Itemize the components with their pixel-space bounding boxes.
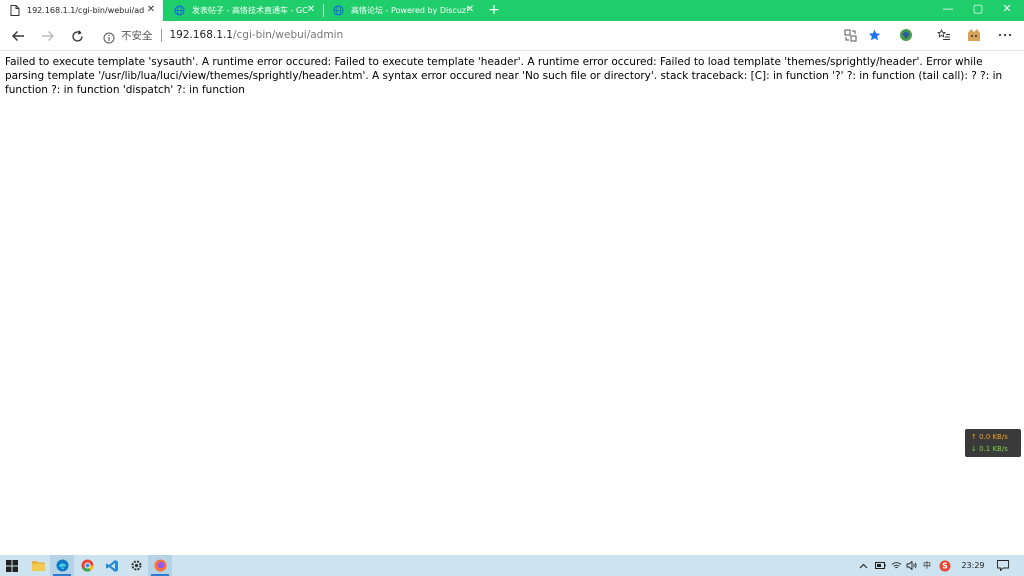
edge-browser-icon[interactable] bbox=[50, 555, 74, 576]
security-status[interactable]: 不安全 bbox=[121, 28, 153, 43]
minimize-button[interactable]: — bbox=[931, 0, 965, 21]
start-button[interactable] bbox=[0, 555, 24, 576]
navigation-toolbar: 不安全 192.168.1.1 /cgi-bin/webui/admin bbox=[0, 21, 1024, 51]
close-icon[interactable]: ✕ bbox=[464, 4, 476, 16]
back-button[interactable] bbox=[8, 26, 28, 46]
error-message: Failed to execute template 'sysauth'. A … bbox=[5, 56, 1003, 96]
show-hidden-icons-chevron-up-icon[interactable] bbox=[855, 555, 871, 576]
battery-icon[interactable] bbox=[872, 555, 888, 576]
volume-icon[interactable] bbox=[903, 555, 919, 576]
refresh-button[interactable] bbox=[67, 26, 87, 46]
chrome-icon[interactable] bbox=[75, 555, 99, 576]
url-path[interactable]: /cgi-bin/webui/admin bbox=[233, 29, 343, 41]
vs-code-icon[interactable] bbox=[100, 555, 124, 576]
firefox-icon[interactable] bbox=[148, 555, 172, 576]
svg-text:S: S bbox=[942, 561, 948, 570]
read-aloud-icon[interactable] bbox=[842, 27, 858, 43]
tab-strip: 192.168.1.1/cgi-bin/webui/admi ✕ 发表帖子 - … bbox=[0, 0, 1024, 21]
tab-title: 发表帖子 - 高恪技术直通车 - GC bbox=[192, 6, 308, 15]
input-method-s-icon[interactable]: S bbox=[936, 555, 954, 576]
windows-logo-icon bbox=[6, 559, 18, 572]
wifi-icon[interactable] bbox=[888, 555, 904, 576]
clock[interactable]: 23:29 bbox=[955, 555, 991, 576]
extension-icon[interactable] bbox=[898, 27, 914, 43]
globe-icon bbox=[333, 5, 344, 16]
network-speed-widget[interactable]: ↑ 0.0 KB/s ↓ 0.1 KB/s bbox=[965, 429, 1021, 457]
info-icon[interactable] bbox=[103, 29, 115, 44]
address-divider bbox=[160, 28, 162, 42]
tab-post-thread[interactable]: 发表帖子 - 高恪技术直通车 - GC ✕ bbox=[165, 0, 323, 21]
tab-router-admin[interactable]: 192.168.1.1/cgi-bin/webui/admi ✕ bbox=[0, 0, 163, 21]
refresh-icon bbox=[71, 29, 83, 42]
download-speed: ↓ 0.1 KB/s bbox=[971, 445, 1008, 453]
tab-gaoke-forum[interactable]: 高恪论坛 - Powered by Discuz! ✕ bbox=[324, 0, 482, 21]
ime-indicator[interactable]: 中 bbox=[920, 555, 934, 576]
notification-center-icon[interactable] bbox=[992, 555, 1014, 576]
address-bar[interactable]: 不安全 192.168.1.1 /cgi-bin/webui/admin bbox=[97, 24, 887, 46]
close-window-button[interactable]: ✕ bbox=[990, 0, 1024, 21]
file-explorer-icon[interactable] bbox=[26, 555, 50, 576]
browser-window: 192.168.1.1/cgi-bin/webui/admi ✕ 发表帖子 - … bbox=[0, 0, 1024, 576]
tab-title: 高恪论坛 - Powered by Discuz! bbox=[351, 6, 469, 15]
new-tab-button[interactable]: + bbox=[486, 2, 502, 18]
page-icon bbox=[9, 5, 20, 16]
taskbar: 中 S 23:29 bbox=[0, 555, 1024, 576]
favorites-list-icon[interactable] bbox=[936, 27, 952, 43]
forward-arrow-icon bbox=[42, 31, 54, 41]
globe-icon bbox=[174, 5, 185, 16]
forward-button[interactable] bbox=[38, 26, 58, 46]
profile-avatar-icon[interactable] bbox=[966, 27, 982, 43]
back-arrow-icon bbox=[12, 31, 24, 41]
close-icon[interactable]: ✕ bbox=[305, 4, 317, 16]
close-icon[interactable]: ✕ bbox=[145, 4, 157, 16]
more-menu-icon[interactable] bbox=[997, 27, 1013, 43]
settings-gear-icon[interactable] bbox=[124, 555, 148, 576]
favorite-star-icon[interactable] bbox=[866, 27, 882, 43]
tab-title: 192.168.1.1/cgi-bin/webui/admi bbox=[27, 6, 145, 15]
url-host[interactable]: 192.168.1.1 bbox=[170, 29, 233, 41]
upload-speed: ↑ 0.0 KB/s bbox=[971, 433, 1008, 441]
